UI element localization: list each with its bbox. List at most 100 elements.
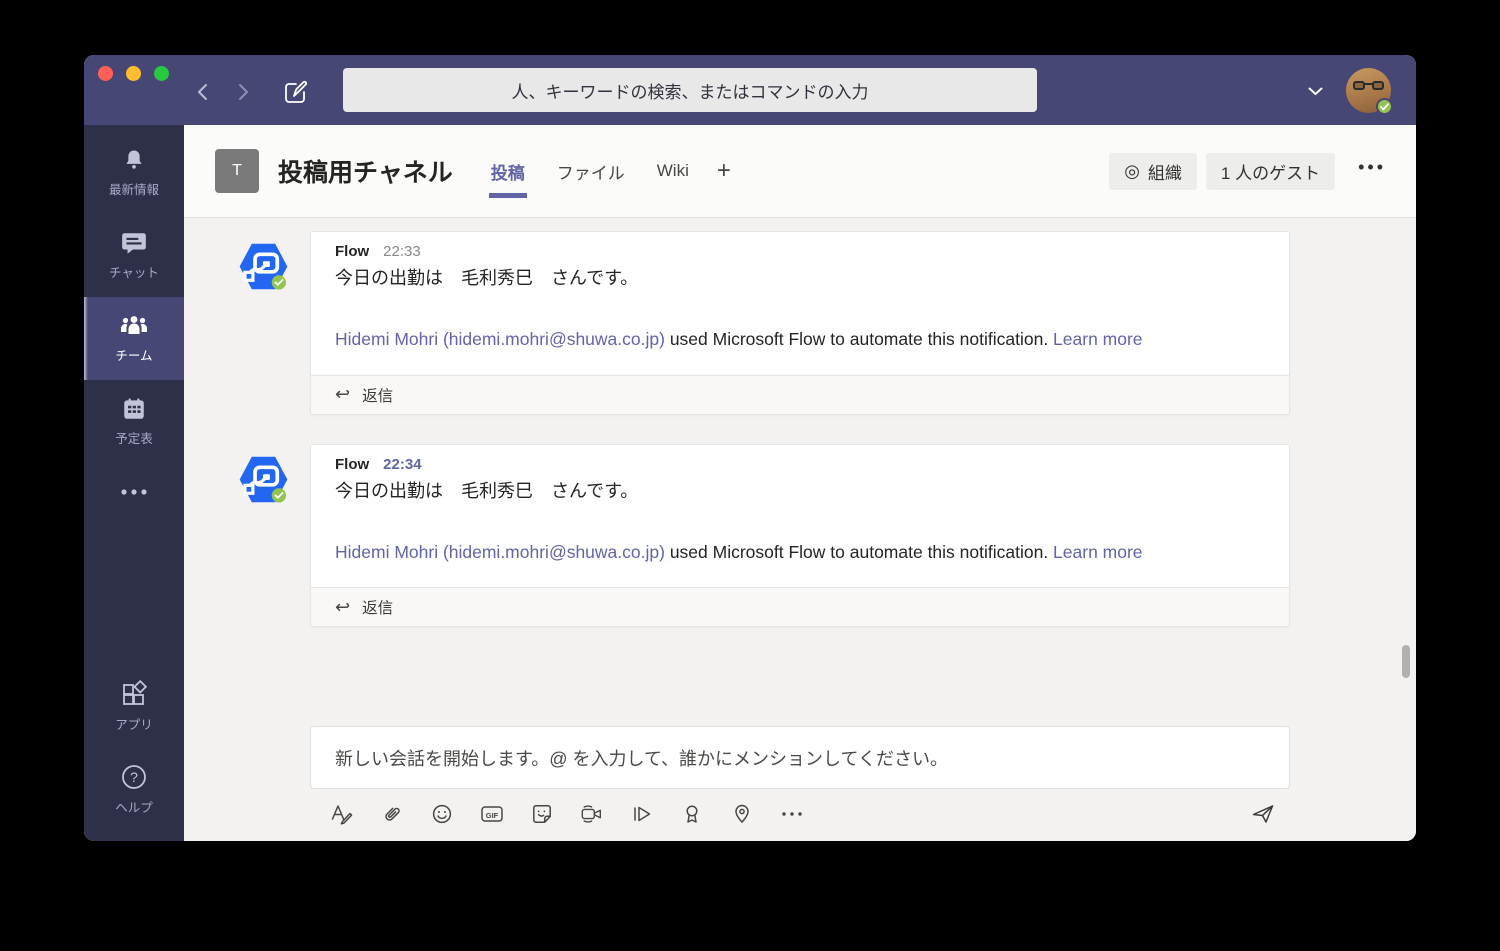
check-icon bbox=[1380, 103, 1389, 111]
message-body: 今日の出勤は 毛利秀巳 さんです。 bbox=[335, 264, 1265, 290]
chevron-left-icon bbox=[196, 83, 208, 101]
sidebar-item-help[interactable]: ? ヘルプ bbox=[84, 748, 184, 831]
search-input[interactable]: 人、キーワードの検索、またはコマンドの入力 bbox=[343, 68, 1037, 112]
eye-icon: ◎ bbox=[1124, 162, 1140, 180]
attribution-text: used Microsoft Flow to automate this not… bbox=[665, 329, 1053, 349]
guest-count-button[interactable]: 1 人のゲスト bbox=[1206, 153, 1335, 190]
flow-hexagon-icon bbox=[237, 240, 290, 293]
add-tab-button[interactable]: + bbox=[709, 157, 739, 185]
app-rail: 最新情報 チャット チーム 予定表 bbox=[84, 125, 184, 841]
message-card: Flow 22:34 今日の出勤は 毛利秀巳 さんです。 Hidemi Mohr… bbox=[310, 444, 1290, 628]
flow-hexagon-icon bbox=[237, 453, 290, 506]
channel-header: T 投稿用チャネル 投稿 ファイル Wiki + ◎ 組織 1 人のゲスト bbox=[184, 125, 1416, 218]
gif-button[interactable]: GIF bbox=[480, 802, 504, 826]
emoji-icon bbox=[431, 803, 453, 825]
teams-icon bbox=[119, 313, 149, 339]
avatar-photo bbox=[1353, 81, 1384, 91]
message-attribution: Hidemi Mohri (hidemi.mohri@shuwa.co.jp) … bbox=[335, 537, 1265, 568]
window-menu-button[interactable] bbox=[1302, 83, 1328, 99]
send-plane-icon bbox=[1250, 801, 1276, 827]
message-timestamp: 22:33 bbox=[383, 243, 421, 260]
sidebar-item-label: アプリ bbox=[115, 714, 153, 733]
emoji-button[interactable] bbox=[430, 802, 454, 826]
svg-text:GIF: GIF bbox=[486, 811, 499, 820]
location-pin-icon bbox=[732, 803, 752, 825]
compose-toolbar: GIF bbox=[310, 789, 1290, 827]
apps-icon bbox=[120, 680, 148, 708]
chevron-right-icon bbox=[238, 83, 250, 101]
reply-button[interactable]: ↩ 返信 bbox=[311, 375, 1289, 414]
sender-email-link[interactable]: Hidemi Mohri (hidemi.mohri@shuwa.co.jp) bbox=[335, 329, 665, 349]
message-sender: Flow bbox=[335, 243, 369, 260]
message-sender: Flow bbox=[335, 456, 369, 473]
sidebar-item-label: ヘルプ bbox=[115, 797, 153, 816]
message-card: Flow 22:33 今日の出勤は 毛利秀巳 さんです。 Hidemi Mohr… bbox=[310, 231, 1290, 415]
zoom-button[interactable] bbox=[154, 66, 169, 81]
chevron-down-icon bbox=[1308, 87, 1323, 96]
tab-posts[interactable]: 投稿 bbox=[479, 149, 537, 212]
team-avatar[interactable]: T bbox=[215, 149, 259, 193]
close-button[interactable] bbox=[98, 66, 113, 81]
location-button[interactable] bbox=[730, 802, 754, 826]
reply-label: 返信 bbox=[362, 384, 393, 406]
compose-more-button[interactable] bbox=[780, 802, 804, 826]
bell-icon bbox=[121, 147, 147, 173]
paperclip-icon bbox=[381, 803, 403, 825]
format-button[interactable] bbox=[330, 802, 354, 826]
message-row: Flow 22:33 今日の出勤は 毛利秀巳 さんです。 Hidemi Mohr… bbox=[237, 231, 1290, 415]
org-button-label: 組織 bbox=[1148, 159, 1182, 184]
reply-button[interactable]: ↩ 返信 bbox=[311, 587, 1289, 626]
presence-available-badge bbox=[1376, 98, 1393, 115]
forward-button[interactable] bbox=[229, 77, 259, 107]
message-list: Flow 22:33 今日の出勤は 毛利秀巳 さんです。 Hidemi Mohr… bbox=[184, 218, 1416, 726]
more-icon bbox=[781, 811, 803, 817]
guest-button-label: 1 人のゲスト bbox=[1221, 159, 1320, 184]
video-camera-icon bbox=[580, 803, 604, 825]
sidebar-item-label: 最新情報 bbox=[109, 179, 159, 198]
flow-bot-avatar bbox=[237, 453, 290, 506]
tab-wiki[interactable]: Wiki bbox=[645, 151, 701, 209]
gif-icon: GIF bbox=[480, 803, 504, 825]
reply-arrow-icon: ↩ bbox=[335, 384, 350, 405]
message-attribution: Hidemi Mohri (hidemi.mohri@shuwa.co.jp) … bbox=[335, 324, 1265, 355]
award-ribbon-icon bbox=[682, 803, 702, 825]
learn-more-link[interactable]: Learn more bbox=[1053, 542, 1143, 562]
sender-email-link[interactable]: Hidemi Mohri (hidemi.mohri@shuwa.co.jp) bbox=[335, 542, 665, 562]
teams-window: 人、キーワードの検索、またはコマンドの入力 最新情報 チャット bbox=[84, 55, 1416, 841]
tab-files[interactable]: ファイル bbox=[545, 149, 637, 212]
org-channel-button[interactable]: ◎ 組織 bbox=[1109, 153, 1197, 190]
reply-label: 返信 bbox=[362, 596, 393, 618]
top-bar: 人、キーワードの検索、またはコマンドの入力 bbox=[84, 55, 1416, 125]
calendar-icon bbox=[121, 396, 147, 422]
stream-button[interactable] bbox=[630, 802, 654, 826]
scrollbar-thumb[interactable] bbox=[1402, 645, 1410, 678]
attribution-text: used Microsoft Flow to automate this not… bbox=[665, 542, 1053, 562]
new-chat-button[interactable] bbox=[280, 77, 310, 107]
send-button[interactable] bbox=[1250, 801, 1276, 827]
minimize-button[interactable] bbox=[126, 66, 141, 81]
reply-arrow-icon: ↩ bbox=[335, 597, 350, 618]
praise-button[interactable] bbox=[680, 802, 704, 826]
sidebar-item-apps[interactable]: アプリ bbox=[84, 665, 184, 748]
sidebar-item-activity[interactable]: 最新情報 bbox=[84, 131, 184, 214]
more-icon bbox=[119, 488, 149, 496]
message-row: Flow 22:34 今日の出勤は 毛利秀巳 さんです。 Hidemi Mohr… bbox=[237, 444, 1290, 628]
sidebar-item-teams[interactable]: チーム bbox=[84, 297, 184, 380]
attach-button[interactable] bbox=[380, 802, 404, 826]
message-body: 今日の出勤は 毛利秀巳 さんです。 bbox=[335, 477, 1265, 503]
message-input[interactable]: 新しい会話を開始します。@ を入力して、誰かにメンションしてください。 bbox=[310, 726, 1290, 789]
sidebar-item-label: チーム bbox=[115, 345, 152, 364]
sidebar-more-button[interactable] bbox=[84, 463, 184, 521]
back-button[interactable] bbox=[187, 77, 217, 107]
compose-icon bbox=[282, 79, 308, 105]
meet-now-button[interactable] bbox=[580, 802, 604, 826]
sidebar-item-calendar[interactable]: 予定表 bbox=[84, 380, 184, 463]
channel-more-button[interactable]: ••• bbox=[1344, 151, 1390, 192]
sticker-button[interactable] bbox=[530, 802, 554, 826]
user-avatar[interactable] bbox=[1346, 68, 1391, 113]
channel-tabs: 投稿 ファイル Wiki + bbox=[479, 140, 739, 203]
learn-more-link[interactable]: Learn more bbox=[1053, 329, 1143, 349]
flow-bot-avatar bbox=[237, 240, 290, 293]
traffic-lights bbox=[98, 66, 169, 81]
sidebar-item-chat[interactable]: チャット bbox=[84, 214, 184, 297]
